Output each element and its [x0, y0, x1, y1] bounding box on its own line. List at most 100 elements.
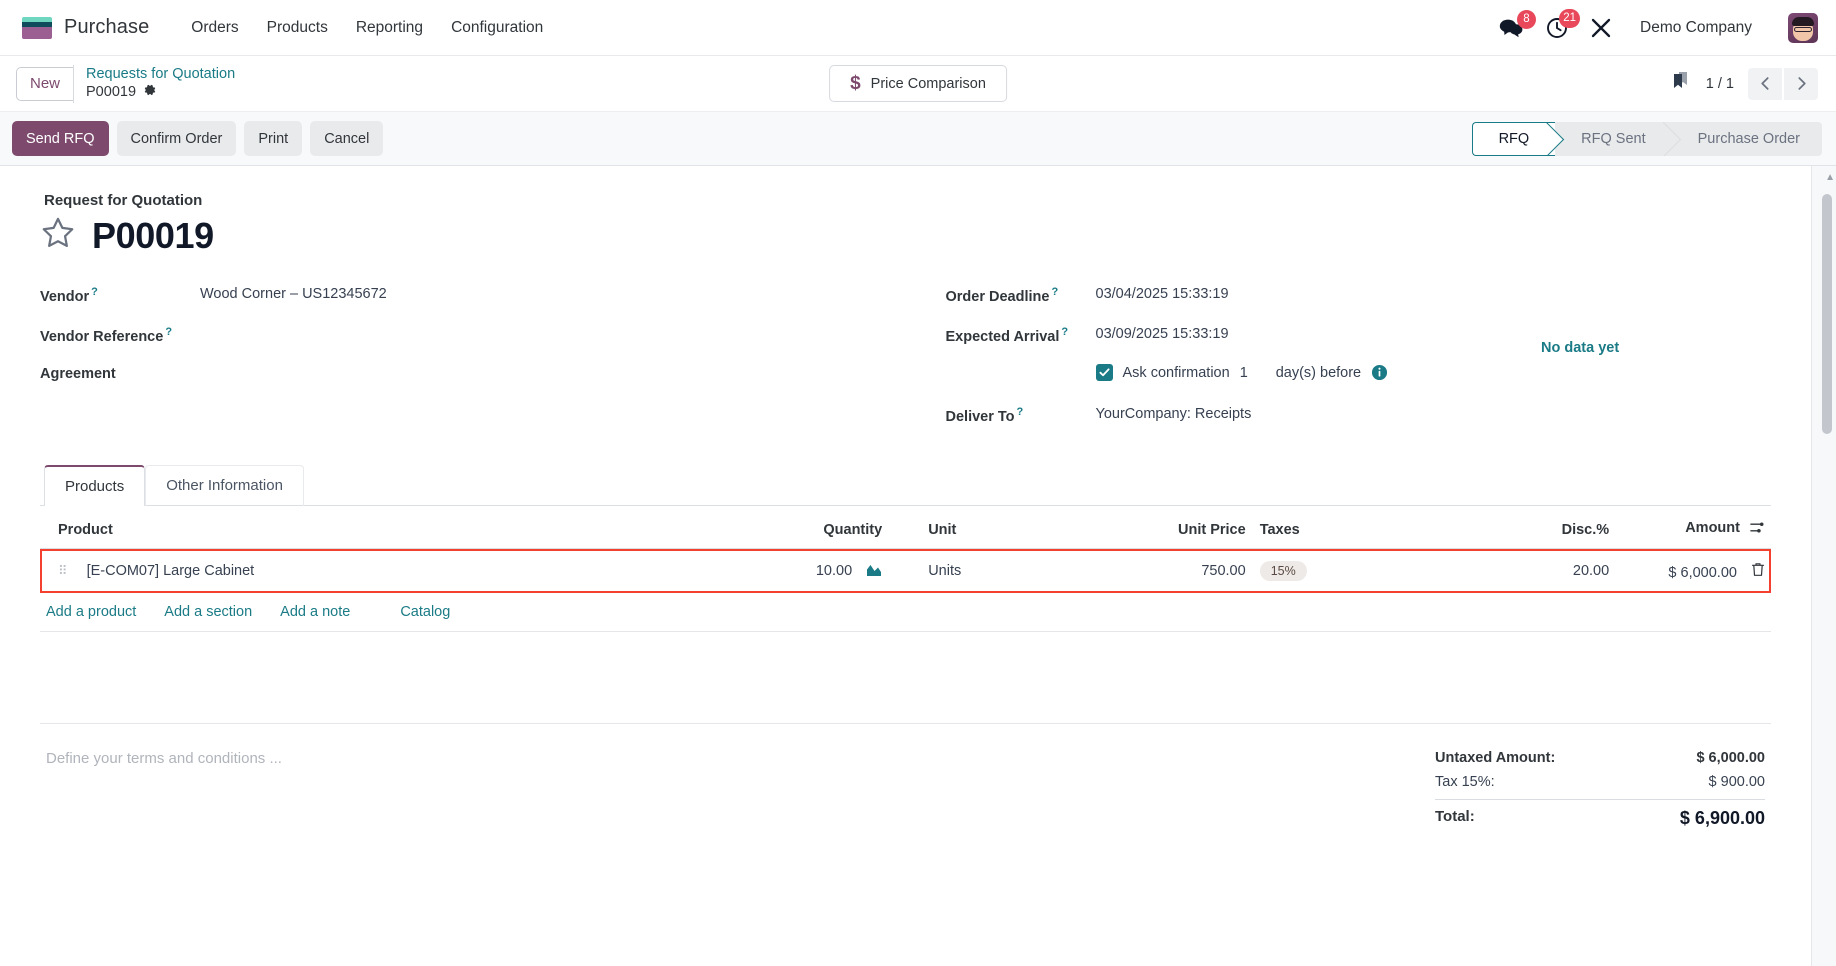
form-sheet: Request for Quotation P00019 Vendor? Woo…: [0, 166, 1812, 966]
price-comparison-container: $ Price Comparison: [829, 65, 1007, 102]
drag-handle-icon[interactable]: ⠿: [58, 563, 69, 578]
order-lines-table: Product Quantity Unit Unit Price Taxes D…: [40, 510, 1771, 593]
field-deliver-to-label-text: Deliver To: [945, 408, 1015, 425]
cell-discount[interactable]: 20.00: [1477, 549, 1615, 594]
field-deliver-to-value[interactable]: YourCompany: Receipts: [1096, 398, 1252, 422]
status-bar: RFQ RFQ Sent Purchase Order: [1471, 121, 1822, 156]
help-icon[interactable]: ?: [165, 326, 172, 338]
col-unit-price[interactable]: Unit Price: [1061, 510, 1252, 549]
field-vendor-reference-value[interactable]: [200, 318, 460, 338]
field-expected-arrival-label: Expected Arrival?: [946, 318, 1096, 345]
total-untaxed-value: $ 6,000.00: [1696, 750, 1765, 766]
terms-and-conditions-input[interactable]: Define your terms and conditions ...: [46, 746, 1435, 833]
send-rfq-button[interactable]: Send RFQ: [12, 121, 109, 156]
confirm-order-button[interactable]: Confirm Order: [116, 121, 237, 156]
total-tax-label[interactable]: Tax 15%:: [1435, 774, 1495, 790]
dollar-icon: $: [850, 73, 861, 94]
tab-products[interactable]: Products: [44, 465, 146, 506]
add-a-note-link[interactable]: Add a note: [280, 604, 364, 620]
messages-badge: 8: [1517, 9, 1536, 29]
sheet-footer: Define your terms and conditions ... Unt…: [40, 724, 1771, 833]
total-untaxed-label: Untaxed Amount:: [1435, 750, 1556, 766]
pager-area: 1 / 1: [1670, 67, 1818, 100]
help-icon[interactable]: ?: [1017, 406, 1024, 418]
cell-amount-text: $ 6,000.00: [1668, 564, 1737, 581]
cell-quantity-text: 10.00: [815, 563, 853, 579]
col-amount[interactable]: Amount: [1615, 510, 1771, 549]
print-button[interactable]: Print: [244, 121, 303, 156]
vertical-scrollbar-track[interactable]: [1822, 166, 1832, 966]
status-stage-purchase-order-label: Purchase Order: [1697, 130, 1800, 147]
ask-confirmation-row: Ask confirmation 1 day(s) before: [946, 358, 1772, 398]
forecast-chart-icon[interactable]: [866, 563, 882, 577]
ask-confirmation-days-input[interactable]: 1: [1240, 365, 1252, 381]
field-expected-arrival-value[interactable]: 03/09/2025 15:33:19: [1096, 318, 1229, 342]
ask-confirmation-checkbox[interactable]: [1095, 364, 1113, 381]
nav-item-configuration[interactable]: Configuration: [437, 13, 557, 43]
col-discount[interactable]: Disc.%: [1476, 510, 1616, 549]
pager-previous-button[interactable]: [1748, 67, 1782, 100]
field-order-deadline-value[interactable]: 03/04/2025 15:33:19: [1096, 278, 1229, 302]
app-name[interactable]: Purchase: [64, 16, 149, 39]
systray: 8 21 Demo Company: [1499, 8, 1818, 43]
col-quantity[interactable]: Quantity: [697, 510, 889, 549]
cell-unit[interactable]: Units: [888, 549, 1061, 594]
odoo-logo-icon[interactable]: [22, 16, 52, 39]
cell-product[interactable]: ⠿ [E-COM07] Large Cabinet: [40, 549, 698, 594]
add-a-section-link[interactable]: Add a section: [164, 604, 266, 620]
info-icon[interactable]: [1371, 364, 1388, 381]
col-product[interactable]: Product: [40, 510, 698, 549]
tab-other-information[interactable]: Other Information: [145, 465, 304, 506]
pager-value[interactable]: 1 / 1: [1706, 76, 1734, 92]
field-agreement-value[interactable]: [200, 358, 460, 378]
nav-item-products[interactable]: Products: [253, 13, 342, 43]
catalog-link[interactable]: Catalog: [400, 604, 464, 620]
cancel-button[interactable]: Cancel: [310, 121, 384, 156]
cell-taxes[interactable]: 15%: [1252, 549, 1477, 594]
messages-button[interactable]: 8: [1499, 9, 1536, 38]
nav-item-reporting[interactable]: Reporting: [342, 13, 437, 43]
total-label: Total:: [1435, 808, 1475, 825]
ask-confirmation-control: Ask confirmation 1 day(s) before: [1095, 358, 1389, 381]
favorite-star-icon[interactable]: [40, 215, 76, 256]
form-fields-grid: Vendor? Wood Corner – US12345672 Vendor …: [40, 278, 1771, 438]
add-a-product-link[interactable]: Add a product: [46, 604, 150, 620]
delete-line-icon[interactable]: [1751, 562, 1765, 581]
new-record-button[interactable]: New: [16, 66, 74, 101]
field-order-deadline-label-text: Order Deadline: [945, 288, 1050, 305]
help-icon[interactable]: ?: [1051, 286, 1058, 298]
breadcrumb-current-label: P00019: [86, 84, 137, 100]
status-stage-purchase-order[interactable]: Purchase Order: [1671, 121, 1822, 156]
nav-item-orders[interactable]: Orders: [177, 13, 252, 43]
tools-icon[interactable]: [1590, 17, 1612, 39]
help-icon[interactable]: ?: [91, 286, 98, 298]
col-taxes[interactable]: Taxes: [1251, 510, 1477, 549]
help-icon[interactable]: ?: [1061, 326, 1068, 338]
user-avatar[interactable]: [1788, 12, 1818, 43]
optional-columns-icon[interactable]: [1750, 522, 1765, 539]
cell-amount[interactable]: $ 6,000.00: [1615, 549, 1771, 594]
field-agreement-label-text: Agreement: [40, 366, 116, 382]
cell-quantity[interactable]: 10.00: [698, 549, 888, 594]
field-deliver-to-label: Deliver To?: [946, 398, 1096, 425]
company-switcher[interactable]: Demo Company: [1640, 19, 1752, 37]
vertical-scrollbar-thumb[interactable]: [1822, 194, 1832, 434]
field-vendor-reference-row: Vendor Reference?: [40, 318, 906, 358]
col-unit[interactable]: Unit: [888, 510, 1062, 549]
add-line-links-row: Add a product Add a section Add a note C…: [40, 593, 1771, 632]
ask-confirmation-label: Ask confirmation: [1122, 364, 1230, 381]
cell-unit-price[interactable]: 750.00: [1061, 549, 1251, 594]
field-agreement-label: Agreement: [40, 358, 200, 382]
breadcrumb-parent-link[interactable]: Requests for Quotation: [86, 65, 235, 83]
activities-badge: 21: [1559, 8, 1580, 28]
field-vendor-value[interactable]: Wood Corner – US12345672: [200, 278, 387, 302]
activities-button[interactable]: 21: [1546, 8, 1580, 39]
stage-arrow-1-icon: [1545, 123, 1565, 155]
pager-next-button[interactable]: [1784, 67, 1818, 100]
status-stage-rfq[interactable]: RFQ: [1471, 121, 1556, 156]
gear-icon[interactable]: [143, 83, 157, 102]
bookmark-icon[interactable]: [1670, 70, 1692, 97]
table-row[interactable]: ⠿ [E-COM07] Large Cabinet 10.00 Units 75…: [40, 548, 1771, 594]
status-stage-rfq-sent[interactable]: RFQ Sent: [1555, 121, 1672, 156]
price-comparison-button[interactable]: $ Price Comparison: [829, 65, 1007, 102]
